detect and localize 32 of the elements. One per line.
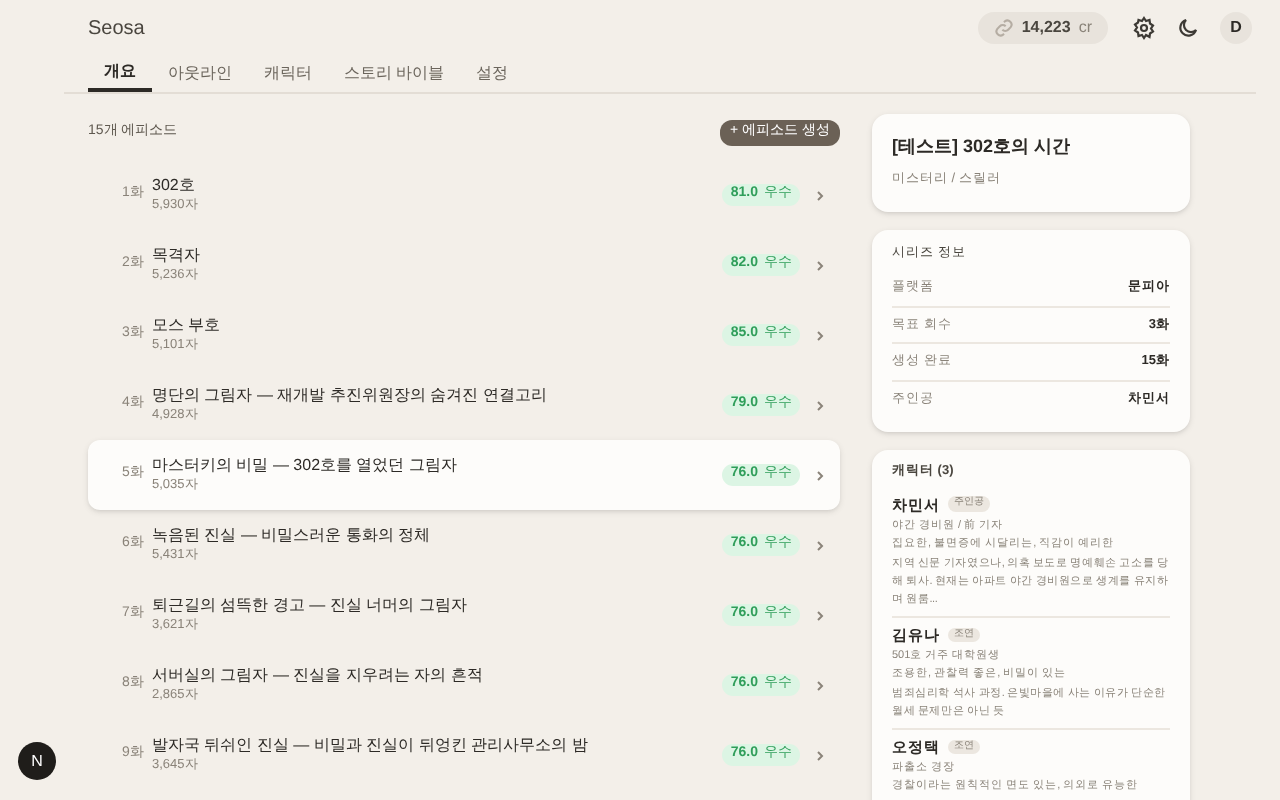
credits-amount: 14,223 — [1021, 16, 1071, 40]
chevron-icon — [816, 749, 824, 761]
chevron-icon — [816, 189, 824, 201]
episode-title: 마스터키의 비밀 — 302호를 열었던 그림자 — [152, 454, 459, 476]
chevron-icon — [816, 329, 824, 341]
tab[interactable]: 개요 — [88, 54, 152, 92]
episode-title: 녹음된 진실 — 비밀스러운 통화의 정체 — [152, 524, 433, 546]
settings-icon[interactable] — [1132, 15, 1156, 39]
app-title: Seosa — [88, 16, 147, 44]
episode-title: 퇴근길의 섬뜩한 경고 — 진실 너머의 그림자 — [152, 594, 469, 616]
chevron-icon — [816, 469, 824, 481]
credits-unit: cr — [1078, 16, 1092, 40]
series-title: [테스트] 302호의 시간 — [892, 134, 1073, 160]
moon-icon[interactable] — [1176, 15, 1200, 39]
tab[interactable]: 설정 — [460, 54, 525, 92]
tab[interactable]: 스토리 바이블 — [328, 54, 461, 92]
episode-title: 목격자 — [152, 244, 202, 266]
episode-title: 모스 부호 — [152, 314, 223, 336]
tab[interactable]: 아웃라인 — [152, 54, 248, 92]
episode-title: 발자국 뒤쉬인 진실 — 비밀과 진실이 뒤엉킨 관리사무소의 밤 — [152, 734, 590, 756]
chevron-icon — [816, 539, 824, 551]
help-button[interactable]: N — [18, 742, 56, 780]
link-icon — [993, 18, 1014, 38]
chevron-icon — [816, 609, 824, 621]
tab[interactable]: 캐릭터 — [248, 54, 328, 92]
episode-title: 서버실의 그림자 — 진실을 지우려는 자의 흔적 — [152, 664, 485, 686]
avatar[interactable]: D — [1220, 11, 1252, 43]
episode-title: 302호 — [152, 174, 197, 196]
chevron-icon — [816, 259, 824, 271]
chevron-icon — [816, 399, 824, 411]
chevron-icon — [816, 679, 824, 691]
episode-title: 명단의 그림자 — 재개발 추진위원장의 숨겨진 연결고리 — [152, 384, 549, 406]
